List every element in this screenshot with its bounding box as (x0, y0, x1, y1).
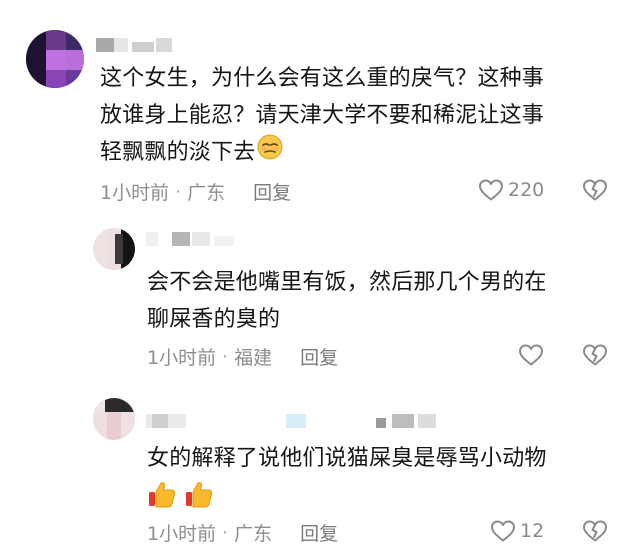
comment-text: 这个女生，为什么会有这么重的戾气？这种事 放谁身上能忍？请天津大学不要和稀泥让这… (100, 60, 544, 172)
thumbs-up-icon (147, 479, 177, 521)
comment-line: 这个女生，为什么会有这么重的戾气？这种事 (100, 66, 545, 91)
comment-meta: 1小时前 · 福建 回复 (147, 343, 338, 370)
separator-dot: · (175, 180, 182, 203)
username[interactable] (146, 414, 446, 428)
thumbs-up-icon (184, 479, 214, 521)
username[interactable] (146, 232, 246, 246)
separator-dot: · (222, 345, 229, 368)
heart-outline-icon (478, 178, 504, 202)
smirk-face-emoji (257, 134, 283, 172)
comment-line: 女的解释了说他们说猫屎臭是辱骂小动物 (147, 446, 547, 471)
dislike-button[interactable] (582, 519, 608, 545)
location: 广东 (234, 523, 273, 545)
comment-text: 会不会是他嘴里有饭，然后那几个男的在 聊屎香的臭的 (147, 264, 547, 338)
dislike-button[interactable] (582, 343, 608, 371)
location: 广东 (187, 182, 226, 204)
avatar[interactable] (93, 228, 135, 270)
like-button[interactable]: 220 (478, 178, 544, 202)
username[interactable] (96, 38, 176, 52)
like-count: 220 (508, 179, 545, 201)
comment-line: 会不会是他嘴里有饭，然后那几个男的在 (147, 270, 547, 295)
reply-button[interactable]: 回复 (300, 519, 338, 545)
timestamp: 1小时前 (147, 347, 217, 369)
timestamp: 1小时前 (147, 523, 217, 545)
like-count: 12 (520, 520, 545, 542)
like-button[interactable] (518, 343, 548, 367)
heart-outline-icon (490, 519, 516, 543)
timestamp: 1小时前 (100, 182, 170, 204)
broken-heart-icon (582, 344, 608, 371)
separator-dot: · (222, 521, 229, 544)
comment-line: 放谁身上能忍？请天津大学不要和稀泥让这事 (100, 103, 545, 128)
reply-button[interactable]: 回复 (253, 178, 291, 205)
avatar[interactable] (26, 30, 84, 88)
comment-meta: 1小时前 · 广东 回复 (147, 519, 338, 545)
comment-line: 聊屎香的臭的 (147, 307, 281, 332)
like-button[interactable]: 12 (490, 519, 544, 543)
avatar[interactable] (93, 398, 135, 440)
dislike-button[interactable] (582, 178, 608, 206)
comment-text: 女的解释了说他们说猫屎臭是辱骂小动物 (147, 440, 547, 521)
heart-outline-icon (518, 343, 544, 367)
reply-button[interactable]: 回复 (300, 343, 338, 370)
comment-meta: 1小时前 · 广东 回复 (100, 178, 291, 205)
comment-line: 轻飘飘的淡下去 (100, 134, 544, 172)
thumbs-up-emoji (147, 479, 547, 521)
broken-heart-icon (582, 520, 608, 545)
broken-heart-icon (582, 179, 608, 206)
location: 福建 (234, 347, 273, 369)
